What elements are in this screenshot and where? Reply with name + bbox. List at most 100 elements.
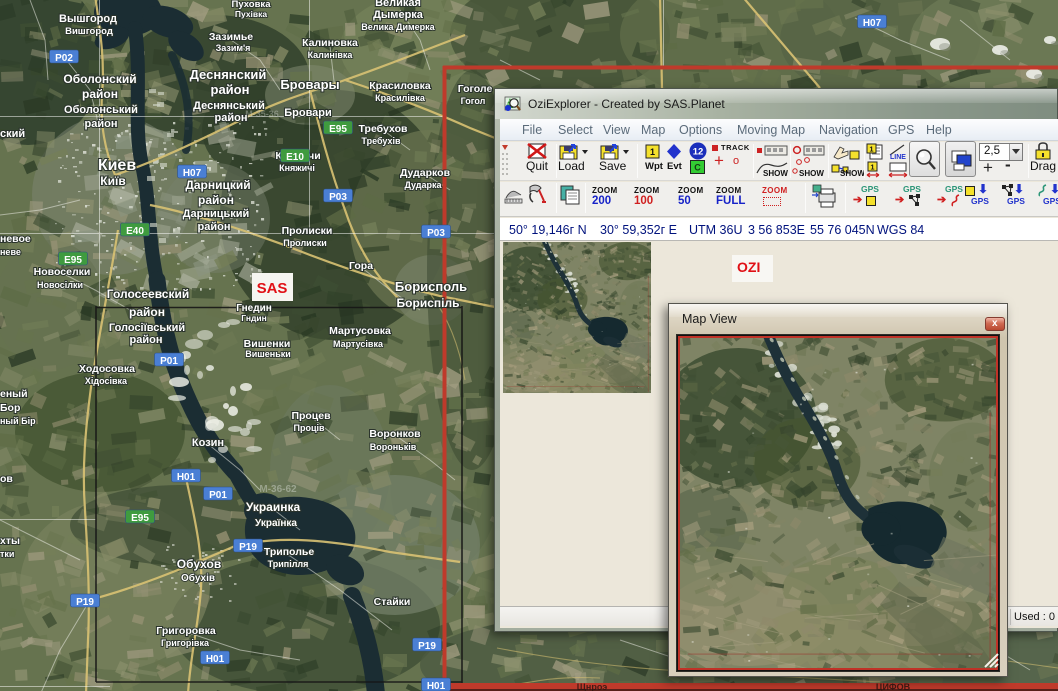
svg-text:SHOW: SHOW <box>840 169 864 178</box>
svg-text:ский: ский <box>0 128 25 140</box>
svg-text:Вишеньки: Вишеньки <box>245 349 291 359</box>
svg-text:район: район <box>215 112 248 124</box>
svg-text:H01: H01 <box>177 472 196 483</box>
svg-text:1: 1 <box>870 163 874 172</box>
svg-text:Велика Димерка: Велика Димерка <box>361 22 435 32</box>
svg-text:район: район <box>82 87 118 101</box>
svg-text:Проців: Проців <box>293 423 324 433</box>
svg-text:Пролиски: Пролиски <box>283 238 327 248</box>
svg-text:Вишгород: Вишгород <box>65 26 113 37</box>
svg-text:Дарницкий: Дарницкий <box>185 178 250 192</box>
svg-text:Голосеевский: Голосеевский <box>107 287 189 301</box>
svg-text:Українка: Українка <box>255 518 297 529</box>
svg-text:Хідосівка: Хідосівка <box>85 376 128 386</box>
svg-text:Бровары: Бровары <box>280 77 339 92</box>
svg-text:12: 12 <box>693 147 704 158</box>
svg-text:Княжичі: Княжичі <box>279 163 315 173</box>
svg-text:E10: E10 <box>286 152 304 163</box>
svg-text:Новоселки: Новоселки <box>34 266 91 278</box>
svg-text:Украинка: Украинка <box>246 500 301 514</box>
svg-text:P19: P19 <box>239 542 257 553</box>
svg-text:Новосілки: Новосілки <box>37 280 83 290</box>
svg-text:Гора: Гора <box>349 260 373 272</box>
svg-text:C: C <box>694 163 701 173</box>
svg-text:Дударка: Дударка <box>404 180 442 190</box>
svg-text:P19: P19 <box>418 641 436 652</box>
svg-text:Пухівка: Пухівка <box>235 9 268 19</box>
svg-text:E40: E40 <box>126 226 144 237</box>
svg-text:Щнроэ: Щнроэ <box>577 682 607 691</box>
svg-text:E95: E95 <box>131 513 149 524</box>
svg-text:SHOW: SHOW <box>763 169 788 178</box>
svg-text:Козин: Козин <box>192 437 224 449</box>
svg-text:Калинівка: Калинівка <box>308 50 354 60</box>
svg-text:Требухов: Требухов <box>359 123 408 135</box>
svg-text:Дударков: Дударков <box>400 167 451 179</box>
svg-text:ный Бір: ный Бір <box>0 416 36 426</box>
svg-text:Григоровка: Григоровка <box>156 625 216 637</box>
svg-text:Вышгород: Вышгород <box>59 13 117 25</box>
svg-text:Ходосовка: Ходосовка <box>79 363 135 375</box>
svg-text:Воронков: Воронков <box>369 428 421 440</box>
svg-text:Требухів: Требухів <box>361 136 401 146</box>
svg-text:Зазимье: Зазимье <box>209 31 253 43</box>
svg-text:Гндин: Гндин <box>241 313 267 323</box>
svg-text:Бровари: Бровари <box>284 107 332 119</box>
svg-text:Борисполь: Борисполь <box>395 279 467 294</box>
svg-text:Киев: Киев <box>98 157 137 174</box>
svg-text:Триполье: Триполье <box>264 546 315 558</box>
svg-text:LINE: LINE <box>890 154 906 161</box>
svg-text:P01: P01 <box>209 490 227 501</box>
svg-text:SAS: SAS <box>257 280 288 297</box>
svg-text:еный: еный <box>0 388 28 400</box>
svg-text:M-36-62: M-36-62 <box>259 484 297 495</box>
svg-text:Гоголе: Гоголе <box>458 83 493 95</box>
svg-text:Мартусовка: Мартусовка <box>329 325 391 337</box>
svg-text:Калиновка: Калиновка <box>302 37 358 49</box>
svg-text:район: район <box>129 305 165 319</box>
svg-text:Великая: Великая <box>375 0 421 9</box>
svg-text:неве: неве <box>0 247 21 257</box>
svg-text:H01: H01 <box>427 681 446 691</box>
svg-text:H01: H01 <box>206 654 225 665</box>
svg-text:M-35-36: M-35-36 <box>245 109 279 119</box>
svg-text:P02: P02 <box>55 53 73 64</box>
svg-text:1: 1 <box>650 147 655 157</box>
svg-text:район: район <box>211 82 250 97</box>
svg-text:Київ: Київ <box>100 174 125 188</box>
svg-text:Дарницький: Дарницький <box>183 208 250 220</box>
svg-text:Григорівка: Григорівка <box>161 638 210 648</box>
svg-text:Мартусівка: Мартусівка <box>333 339 384 349</box>
svg-text:1: 1 <box>869 145 873 154</box>
svg-text:H07: H07 <box>183 168 202 179</box>
svg-text:Красиловка: Красиловка <box>369 80 431 92</box>
svg-text:Гогол: Гогол <box>461 96 486 106</box>
svg-text:E95: E95 <box>329 124 347 135</box>
svg-text:Вороньків: Вороньків <box>370 442 417 452</box>
svg-text:Зазим'я: Зазим'я <box>216 43 251 53</box>
svg-text:Процев: Процев <box>291 410 331 422</box>
svg-text:Обухів: Обухів <box>181 572 215 584</box>
svg-text:район: район <box>85 118 118 130</box>
svg-text:SHOW: SHOW <box>799 169 824 178</box>
svg-text:Трипілля: Трипілля <box>268 559 309 569</box>
svg-text:P03: P03 <box>329 192 347 203</box>
svg-text:невое: невое <box>0 233 31 245</box>
svg-text:хты: хты <box>0 535 20 547</box>
svg-text:Стайки: Стайки <box>374 596 411 608</box>
svg-text:Бориспіль: Бориспіль <box>397 296 460 310</box>
svg-text:Дымерка: Дымерка <box>373 9 424 21</box>
svg-text:H07: H07 <box>863 18 882 29</box>
svg-text:Обухов: Обухов <box>177 557 222 571</box>
svg-text:Оболонский: Оболонский <box>63 72 136 86</box>
svg-text:Голосіївський: Голосіївський <box>109 322 185 334</box>
svg-text:P01: P01 <box>160 356 178 367</box>
svg-text:E95: E95 <box>64 255 82 266</box>
svg-text:Бор: Бор <box>0 402 20 414</box>
svg-text:ЦИФОВ: ЦИФОВ <box>876 682 911 691</box>
svg-text:район: район <box>130 334 163 346</box>
svg-text:P03: P03 <box>427 228 445 239</box>
svg-text:P19: P19 <box>76 597 94 608</box>
svg-text:тки: тки <box>0 549 14 559</box>
svg-text:ов: ов <box>0 473 13 485</box>
